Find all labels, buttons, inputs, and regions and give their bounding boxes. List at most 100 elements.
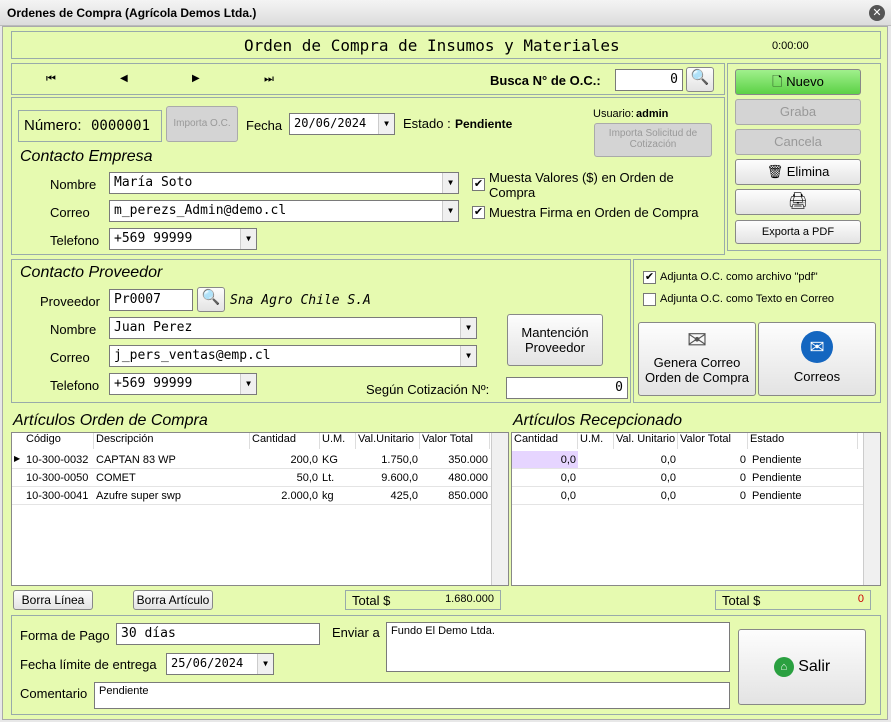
muestra-firma-checkbox[interactable]: ✔ [472, 206, 485, 219]
chevron-down-icon[interactable]: ▼ [240, 374, 256, 394]
elimina-button[interactable]: 🗑 Elimina [735, 159, 861, 185]
forma-pago-input[interactable]: 30 días [116, 623, 320, 645]
articulos-grid[interactable]: Código Descripción Cantidad U.M. Val.Uni… [11, 432, 509, 586]
usuario-value: admin [636, 108, 669, 120]
table-cell[interactable]: Pendiente [752, 490, 852, 508]
chevron-down-icon[interactable]: ▼ [442, 173, 458, 193]
previous-record-icon[interactable]: ◀ [120, 73, 128, 84]
table-cell[interactable]: 425,0 [358, 490, 418, 508]
empresa-section-title: Contacto Empresa [20, 148, 153, 165]
adjunta-texto-label: Adjunta O.C. como Texto en Correo [660, 293, 835, 305]
col-header-estado[interactable]: Estado [748, 433, 858, 449]
chevron-down-icon[interactable]: ▼ [460, 318, 476, 338]
graba-button[interactable]: Graba [735, 99, 861, 125]
table-row[interactable]: 0,0 0,0 0 Pendiente [512, 451, 864, 469]
chevron-down-icon[interactable]: ▼ [442, 201, 458, 221]
col-header-valortotal[interactable]: Valor Total [420, 433, 490, 449]
table-cell[interactable]: 10-300-0041 [26, 490, 96, 508]
empresa-correo-input[interactable]: m_perezs_Admin@demo.cl ▼ [109, 200, 459, 222]
proveedor-correo-input[interactable]: j_pers_ventas@emp.cl ▼ [109, 345, 477, 367]
nuevo-button[interactable]: 🗋 Nuevo [735, 69, 861, 95]
salir-button[interactable]: ⌂ Salir [738, 629, 866, 705]
enviar-label: Enviar a [332, 625, 380, 640]
articulos-total-value: 1.680.000 [445, 593, 494, 605]
table-row[interactable]: 0,0 0,0 0 Pendiente [512, 487, 864, 505]
col-header-codigo[interactable]: Código [24, 433, 94, 449]
proveedor-panel: Contacto Proveedor Proveedor Pr0007 🔍 Sn… [11, 259, 631, 403]
importa-oc-button[interactable]: Importa O.C. [166, 106, 238, 142]
table-row[interactable]: 0,0 0,0 0 Pendiente [512, 469, 864, 487]
close-icon[interactable]: ✕ [869, 5, 885, 21]
table-cell[interactable]: 0,0 [514, 490, 576, 508]
col-header-valortotal[interactable]: Valor Total [678, 433, 748, 449]
mantencion-proveedor-button[interactable]: Mantención Proveedor [507, 314, 603, 366]
table-cell[interactable]: 850.000 [422, 490, 488, 508]
mail-circle-icon: ✉ [801, 331, 833, 363]
table-row[interactable]: 10-300-0041 Azufre super swp 2.000,0 kg 425,… [12, 487, 492, 505]
cotizacion-input[interactable]: 0 [506, 377, 628, 399]
col-header-valunitario[interactable]: Val. Unitario [614, 433, 678, 449]
proveedor-nombre-input[interactable]: Juan Perez ▼ [109, 317, 477, 339]
next-record-icon[interactable]: ▶ [192, 73, 200, 84]
table-cell[interactable]: Azufre super swp [96, 490, 252, 508]
empresa-telefono-input[interactable]: +569 99999 ▼ [109, 228, 257, 250]
borra-articulo-button[interactable]: Borra Artículo [133, 590, 213, 610]
col-header-cantidad[interactable]: Cantidad [512, 433, 578, 449]
empresa-nombre-input[interactable]: María Soto ▼ [109, 172, 459, 194]
table-cell[interactable]: 0 [680, 490, 746, 508]
chevron-down-icon[interactable]: ▼ [240, 229, 256, 249]
table-row[interactable]: 10-300-0050 COMET 50,0 Lt. 9.600,0 480.000 [12, 469, 492, 487]
fecha-input[interactable]: 20/06/2024 ▼ [289, 113, 395, 135]
proveedor-telefono-input[interactable]: +569 99999 ▼ [109, 373, 257, 395]
table-cell[interactable]: kg [322, 490, 358, 508]
correos-button[interactable]: ✉ Correos [758, 322, 876, 396]
last-record-icon[interactable]: ⏭ [264, 73, 274, 86]
adjunta-texto-checkbox[interactable] [643, 293, 656, 306]
recepcion-scrollbar[interactable] [863, 433, 880, 585]
estado-label: Estado : [403, 116, 451, 131]
chevron-down-icon[interactable]: ▼ [378, 114, 394, 134]
estado-value: Pendiente [455, 117, 513, 131]
col-header-um[interactable]: U.M. [320, 433, 356, 449]
header-panel: Orden de Compra de Insumos y Materiales … [11, 31, 881, 59]
chevron-down-icon[interactable]: ▼ [460, 346, 476, 366]
proveedor-correo-label: Correo [50, 350, 90, 365]
chevron-down-icon[interactable]: ▼ [257, 654, 273, 674]
cotizacion-label: Según Cotización Nº: [366, 382, 490, 397]
articulos-scrollbar[interactable] [491, 433, 508, 585]
proveedor-codigo-input[interactable]: Pr0007 [109, 289, 193, 311]
search-button[interactable]: 🔍 [686, 67, 714, 92]
comentario-input[interactable]: Pendiente [94, 682, 730, 709]
recepcion-grid[interactable]: Cantidad U.M. Val. Unitario Valor Total … [511, 432, 881, 586]
table-cell[interactable]: 2.000,0 [252, 490, 318, 508]
empresa-correo-label: Correo [50, 205, 90, 220]
navigation-panel: ⏮ ◀ ▶ ⏭ Busca N° de O.C.: 0 🔍 [11, 63, 725, 95]
recepcion-total-box: Total $ 0 [715, 590, 871, 610]
col-header-um[interactable]: U.M. [578, 433, 614, 449]
proveedor-search-button[interactable]: 🔍 [197, 287, 225, 312]
table-cell[interactable] [580, 490, 616, 508]
col-header-valunitario[interactable]: Val.Unitario [356, 433, 420, 449]
exporta-pdf-button[interactable]: Exporta a PDF [735, 220, 861, 244]
articulos-section-title: Artículos Orden de Compra [13, 412, 208, 429]
search-input[interactable]: 0 [615, 69, 683, 91]
col-header-cantidad[interactable]: Cantidad [250, 433, 320, 449]
table-row[interactable]: ▶ 10-300-0032 CAPTAN 83 WP 200,0 KG 1.750,0 35… [12, 451, 492, 469]
form-client: Orden de Compra de Insumos y Materiales … [2, 26, 888, 720]
cancela-button[interactable]: Cancela [735, 129, 861, 155]
search-icon: 🔍 [201, 289, 221, 306]
first-record-icon[interactable]: ⏮ [46, 73, 56, 86]
adjunta-pdf-checkbox[interactable]: ✔ [643, 271, 656, 284]
importa-solicitud-button[interactable]: Importa Solicitud de Cotización [594, 123, 712, 157]
articulos-total-box: Total $ 1.680.000 [345, 590, 501, 610]
fecha-label: Fecha [246, 118, 283, 133]
genera-correo-button[interactable]: ✉ Genera Correo Orden de Compra [638, 322, 756, 396]
fecha-limite-label: Fecha límite de entrega [20, 657, 157, 672]
col-header-descripcion[interactable]: Descripción [94, 433, 250, 449]
borra-linea-button[interactable]: Borra Línea [13, 590, 93, 610]
table-cell[interactable]: 0,0 [616, 490, 676, 508]
muestra-valores-checkbox[interactable]: ✔ [472, 178, 485, 191]
fecha-limite-input[interactable]: 25/06/2024 ▼ [166, 653, 274, 675]
print-button[interactable]: 🖨 [735, 189, 861, 215]
enviar-input[interactable]: Fundo El Demo Ltda. [386, 622, 730, 672]
